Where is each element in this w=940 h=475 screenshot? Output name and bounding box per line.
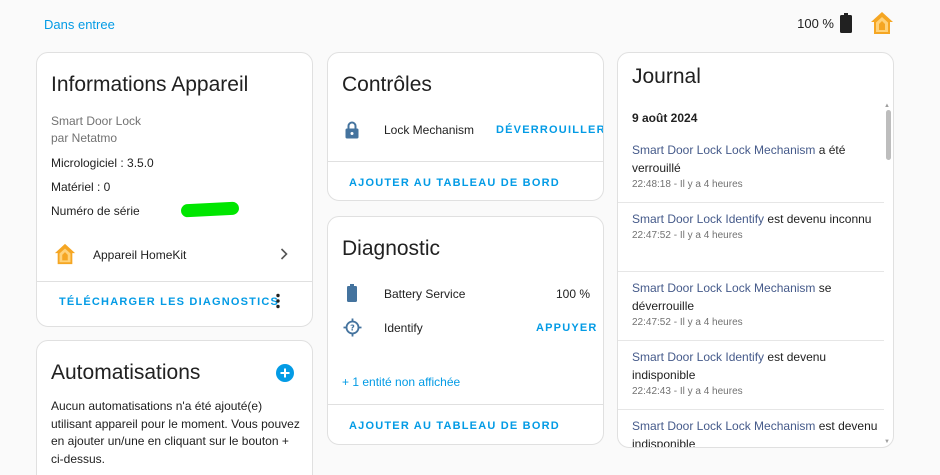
divider xyxy=(618,271,884,272)
battery-service-label: Battery Service xyxy=(384,287,466,301)
logbook-entity-link[interactable]: Smart Door Lock Lock Mechanism xyxy=(632,281,815,295)
serial-redaction xyxy=(180,201,240,218)
device-info-title: Informations Appareil xyxy=(51,73,249,96)
device-manufacturer: par Netatmo xyxy=(51,131,118,145)
logbook-entry: Smart Door Lock Lock Mechanism se déverr… xyxy=(632,279,884,331)
logbook-title: Journal xyxy=(632,65,701,88)
scrollbar-thumb[interactable] xyxy=(886,110,891,160)
chevron-right-icon xyxy=(280,248,288,260)
device-serial-label: Numéro de série xyxy=(51,204,140,218)
homekit-icon[interactable] xyxy=(870,11,894,35)
unlock-button[interactable]: DÉVERROUILLER xyxy=(496,124,603,136)
logbook-entry: Smart Door Lock Identify est devenu inco… xyxy=(632,210,884,244)
divider xyxy=(328,404,603,405)
logbook-message: est devenu inconnu xyxy=(764,212,872,226)
battery-icon xyxy=(840,13,852,33)
logbook-entity-link[interactable]: Smart Door Lock Identify xyxy=(632,350,764,364)
lock-icon xyxy=(345,121,359,139)
logbook-time: 22:47:52 - Il y a 4 heures xyxy=(632,230,743,241)
diagnostic-card: Diagnostic Battery Service 100 % ? Ident… xyxy=(327,216,604,445)
more-vertical-icon[interactable] xyxy=(275,293,281,309)
divider xyxy=(618,409,884,410)
divider xyxy=(618,340,884,341)
logbook-time: 22:48:18 - Il y a 4 heures xyxy=(632,179,743,190)
press-button[interactable]: APPUYER xyxy=(536,322,598,334)
scroll-down-arrow-icon[interactable]: ▼ xyxy=(884,439,890,445)
crosshair-icon: ? xyxy=(343,318,362,337)
logbook-entry: Smart Door Lock Identify est devenu indi… xyxy=(632,348,884,400)
battery-percentage: 100 % xyxy=(797,15,834,31)
add-automation-icon[interactable] xyxy=(276,364,294,382)
svg-text:?: ? xyxy=(350,324,355,333)
download-diagnostics-button[interactable]: TÉLÉCHARGER LES DIAGNOSTICS xyxy=(59,296,279,308)
logbook-entity-link[interactable]: Smart Door Lock Identify xyxy=(632,212,764,226)
controls-title: Contrôles xyxy=(342,73,432,96)
battery-service-value: 100 % xyxy=(556,287,591,301)
logbook-time: 22:42:43 - Il y a 4 heures xyxy=(632,386,743,397)
logbook-entity-link[interactable]: Smart Door Lock Lock Mechanism xyxy=(632,143,815,157)
automations-title: Automatisations xyxy=(51,361,201,384)
logbook-time: 22:47:52 - Il y a 4 heures xyxy=(632,317,743,328)
identify-label: Identify xyxy=(384,321,423,335)
top-right-status: 100 % xyxy=(797,11,894,35)
divider xyxy=(618,202,884,203)
logbook-entry: Smart Door Lock Lock Mechanism a été ver… xyxy=(632,141,884,193)
logbook-card: Journal 9 août 2024 Smart Door Lock Lock… xyxy=(617,52,894,448)
hidden-entities-link[interactable]: + 1 entité non affichée xyxy=(342,375,460,389)
device-info-card: Informations Appareil Smart Door Lock pa… xyxy=(36,52,313,327)
homekit-icon xyxy=(54,243,76,265)
controls-card: Contrôles Lock Mechanism DÉVERROUILLER A… xyxy=(327,52,604,201)
lock-mechanism-label: Lock Mechanism xyxy=(384,123,475,137)
diagnostic-title: Diagnostic xyxy=(342,237,441,260)
add-to-dashboard-button[interactable]: AJOUTER AU TABLEAU DE BORD xyxy=(349,177,560,189)
battery-icon xyxy=(347,284,357,302)
device-firmware: Micrologiciel : 3.5.0 xyxy=(51,156,154,170)
logbook-date: 9 août 2024 xyxy=(632,111,698,125)
divider xyxy=(37,281,312,282)
top-bar: Dans entree 100 % xyxy=(0,0,940,48)
divider xyxy=(328,161,603,162)
homekit-device-label: Appareil HomeKit xyxy=(93,248,187,262)
automations-description: Aucun automatisations n'a été ajouté(e) … xyxy=(51,399,300,466)
automations-card: Automatisations Aucun automatisations n'… xyxy=(36,340,313,475)
back-link[interactable]: Dans entree xyxy=(44,17,115,32)
device-model: Smart Door Lock xyxy=(51,114,142,128)
device-hardware: Matériel : 0 xyxy=(51,180,111,194)
logbook-entity-link[interactable]: Smart Door Lock Lock Mechanism xyxy=(632,419,815,433)
scroll-up-arrow-icon[interactable]: ▲ xyxy=(884,103,890,109)
logbook-entry: Smart Door Lock Lock Mechanism est deven… xyxy=(632,417,884,447)
add-to-dashboard-button[interactable]: AJOUTER AU TABLEAU DE BORD xyxy=(349,420,560,432)
homekit-device-row[interactable]: Appareil HomeKit xyxy=(37,239,312,269)
